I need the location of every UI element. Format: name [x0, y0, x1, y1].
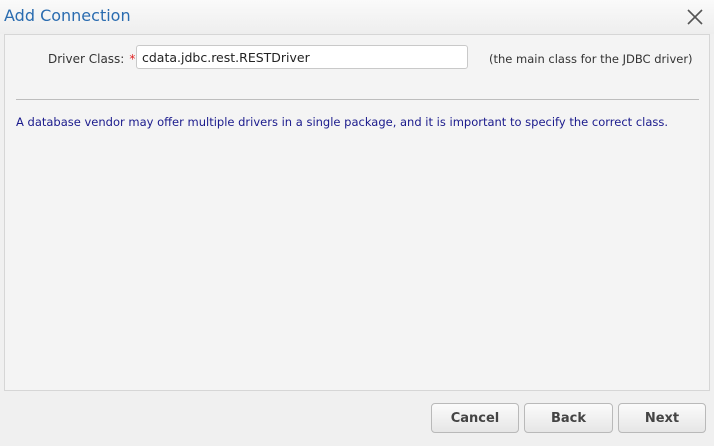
dialog-content: Driver Class: * (the main class for the J…: [4, 34, 710, 391]
required-marker: *: [129, 52, 136, 66]
dialog-titlebar: Add Connection: [0, 0, 714, 34]
close-icon-glyph: [687, 9, 703, 25]
back-button[interactable]: Back: [524, 403, 613, 433]
dialog-title: Add Connection: [4, 6, 131, 25]
next-button[interactable]: Next: [618, 403, 706, 433]
driver-class-hint: (the main class for the JDBC driver): [489, 52, 693, 66]
driver-class-input[interactable]: [136, 45, 468, 69]
driver-class-label-text: Driver Class:: [48, 52, 125, 66]
add-connection-dialog: Add Connection Driver Class: * (the main …: [0, 0, 714, 446]
cancel-button[interactable]: Cancel: [431, 403, 519, 433]
info-message: A database vendor may offer multiple dri…: [16, 115, 669, 129]
close-icon[interactable]: [684, 6, 706, 28]
driver-class-label: Driver Class: *: [48, 52, 135, 66]
dialog-footer: Cancel Back Next: [0, 391, 714, 446]
content-divider: [16, 99, 699, 100]
